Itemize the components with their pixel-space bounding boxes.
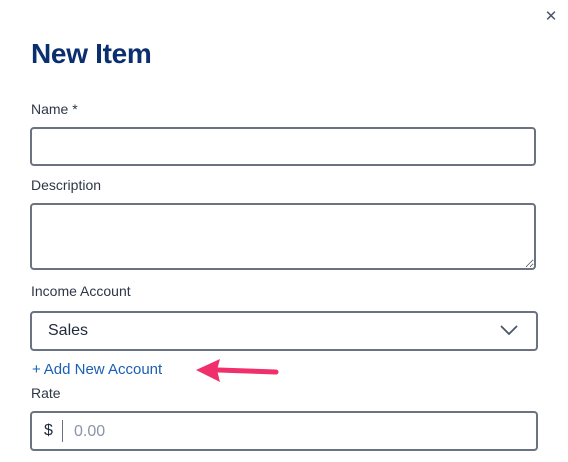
rate-input[interactable] xyxy=(72,417,516,447)
plus-icon: + xyxy=(32,361,41,378)
new-item-dialog: ✕ New Item Name * Description Income Acc… xyxy=(0,0,568,462)
rate-label: Rate xyxy=(31,385,61,401)
prefix-divider xyxy=(62,420,63,442)
dialog-title: New Item xyxy=(31,38,152,69)
income-account-selected-value: Sales xyxy=(48,322,89,339)
name-label: Name * xyxy=(31,101,78,117)
description-textarea[interactable] xyxy=(30,203,536,270)
annotation-arrow xyxy=(196,359,279,382)
close-icon[interactable]: ✕ xyxy=(542,8,560,26)
rate-field: $ xyxy=(30,411,538,451)
name-input[interactable] xyxy=(30,127,536,166)
income-account-label: Income Account xyxy=(31,283,131,299)
add-new-account-link[interactable]: + Add New Account xyxy=(32,361,162,378)
description-label: Description xyxy=(31,177,102,193)
chevron-down-icon xyxy=(500,325,518,336)
income-account-select[interactable]: Sales xyxy=(30,311,538,351)
add-new-account-label: Add New Account xyxy=(43,361,163,378)
currency-prefix: $ xyxy=(44,422,53,439)
